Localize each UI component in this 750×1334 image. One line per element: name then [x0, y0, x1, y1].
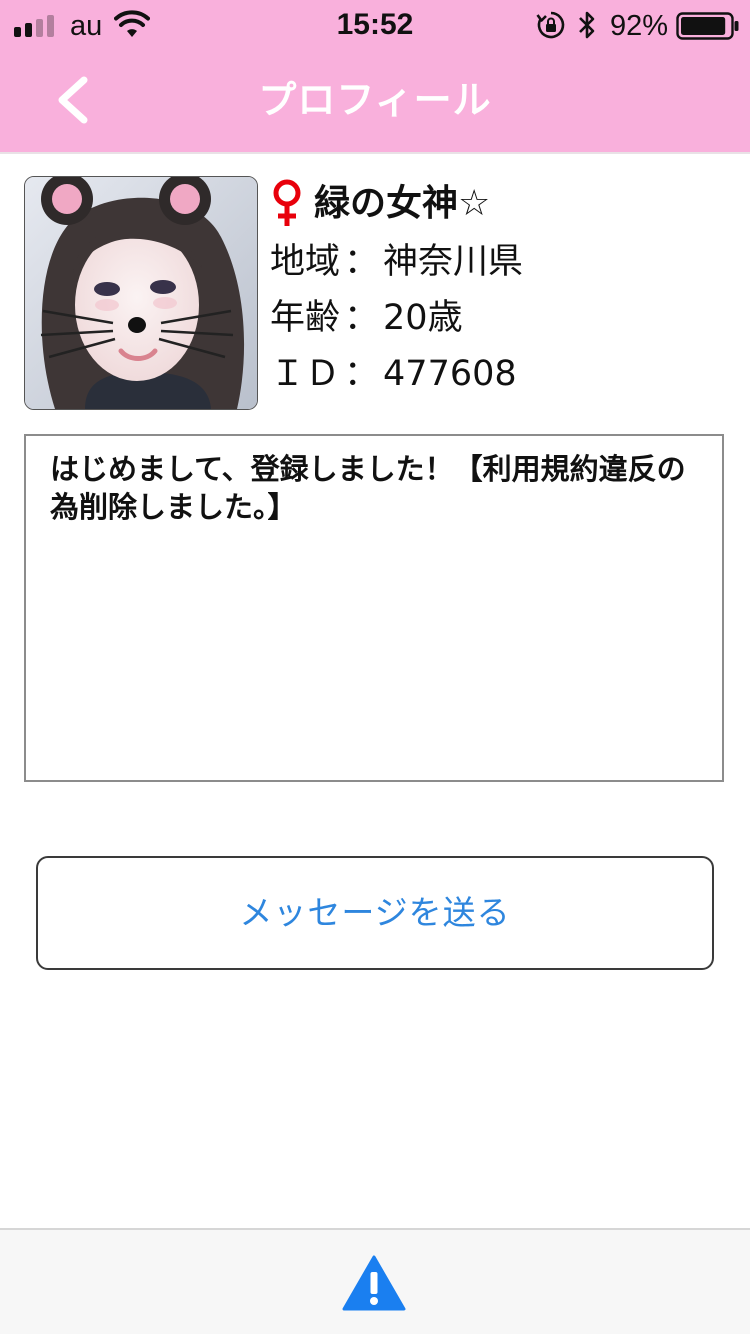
- region-row: 地域 ： 神奈川県: [270, 234, 740, 290]
- avatar[interactable]: [24, 176, 258, 410]
- battery-fill: [681, 17, 726, 35]
- age-value: 20歳: [383, 298, 463, 338]
- profile-screen: au 15:52 92% プロフィール 緑の女神☆ 地域 ： 神奈川県 年齢 ：…: [0, 0, 750, 1334]
- header: au 15:52 92% プロフィール: [0, 0, 750, 154]
- bluetooth-icon: [579, 11, 595, 39]
- send-message-button[interactable]: メッセージを送る: [36, 856, 714, 970]
- user-name: 緑の女神☆: [314, 183, 491, 224]
- battery-percent: 92%: [610, 10, 669, 42]
- page-title: プロフィール: [258, 78, 492, 122]
- profile-info: 緑の女神☆ 地域 ： 神奈川県 年齢 ： 20歳 ＩＤ ： 477608: [270, 174, 740, 402]
- id-label: ＩＤ: [270, 354, 341, 394]
- name-row: 緑の女神☆: [270, 174, 740, 234]
- orientation-lock-icon: [536, 11, 565, 39]
- age-row: 年齢 ： 20歳: [270, 290, 740, 346]
- battery-icon: [676, 12, 739, 40]
- region-label: 地域: [270, 242, 341, 282]
- avatar-photo: [25, 177, 257, 409]
- status-bar: au 15:52 92%: [0, 0, 750, 52]
- age-separator: ：: [344, 298, 380, 338]
- warning-icon[interactable]: [342, 1254, 406, 1312]
- id-value: 477608: [383, 354, 517, 394]
- id-separator: ：: [344, 354, 380, 394]
- bio-text: はじめまして、登録しました！【利用規約違反の為削除しました。】: [50, 452, 686, 524]
- region-separator: ：: [344, 242, 380, 282]
- region-value: 神奈川県: [383, 242, 524, 282]
- send-message-label: メッセージを送る: [239, 893, 511, 932]
- bottom-toolbar: [0, 1228, 750, 1334]
- female-symbol-icon: [273, 179, 301, 226]
- age-label: 年齢: [270, 298, 341, 338]
- id-row: ＩＤ ： 477608: [270, 346, 740, 402]
- bio-box: はじめまして、登録しました！【利用規約違反の為削除しました。】: [24, 434, 724, 782]
